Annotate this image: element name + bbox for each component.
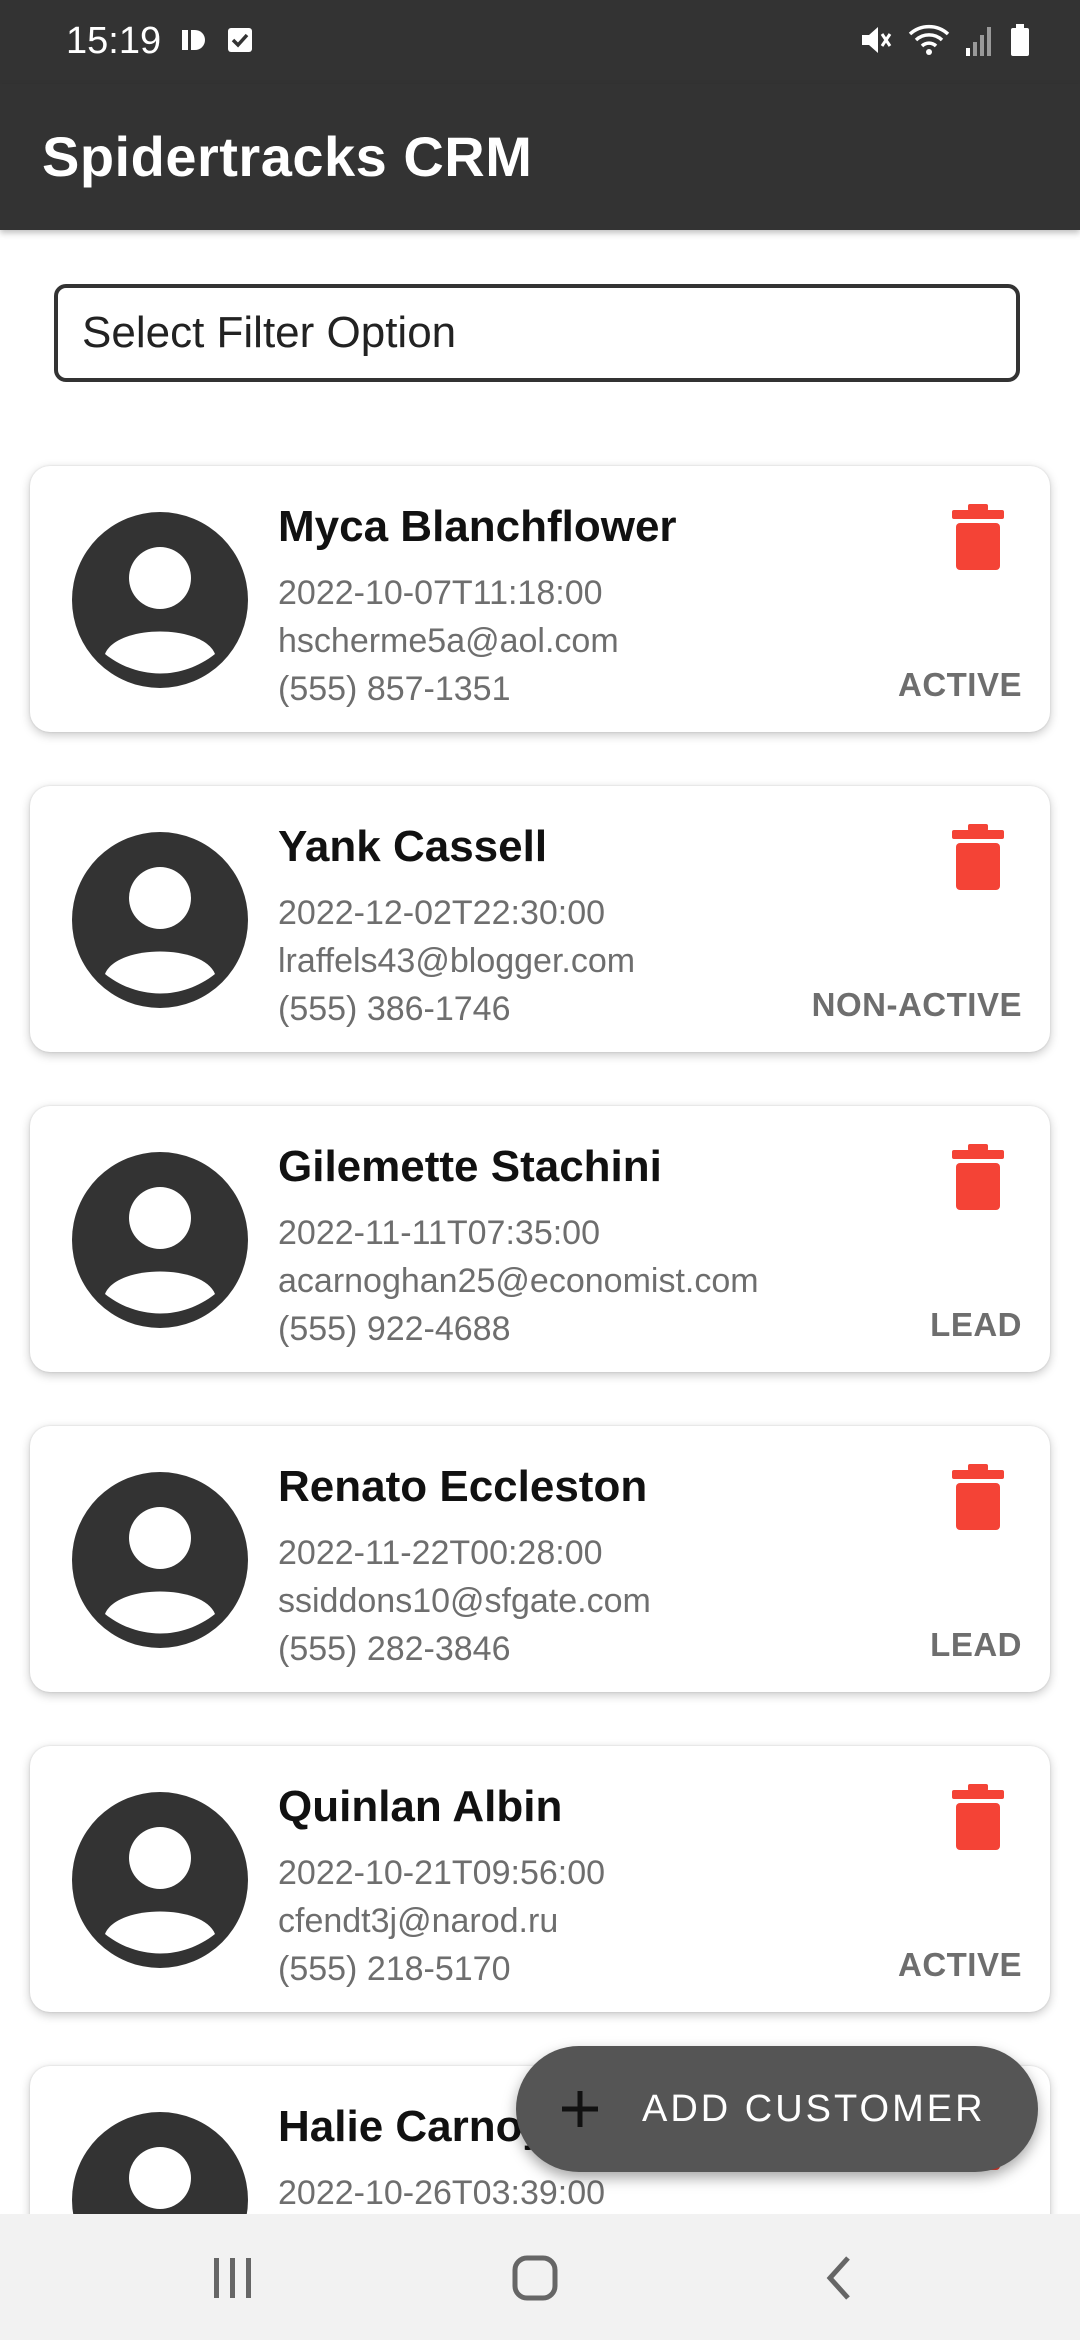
customer-phone: (555) 282-3846	[278, 1630, 511, 1668]
delete-icon[interactable]	[950, 1782, 1006, 1852]
customer-name: Gilemette Stachini	[278, 1142, 662, 1191]
customer-status: LEAD	[930, 1306, 1022, 1343]
add-customer-button[interactable]: ADD CUSTOMER	[516, 2046, 1038, 2172]
customer-phone: (555) 386-1746	[278, 990, 511, 1028]
customer-name: Myca Blanchflower	[278, 502, 677, 551]
customer-email: ssiddons10@sfgate.com	[278, 1582, 651, 1620]
home-icon[interactable]	[500, 2246, 570, 2310]
customer-card[interactable]: Gilemette Stachini 2022-11-11T07:35:00 a…	[30, 1106, 1050, 1372]
customer-status: ACTIVE	[897, 1946, 1022, 1983]
customer-email: acarnoghan25@economist.com	[278, 1262, 759, 1300]
customer-status: NON-ACTIVE	[811, 986, 1022, 1023]
navigation-bar	[0, 2214, 1080, 2340]
delete-icon[interactable]	[950, 822, 1006, 892]
customer-phone: (555) 218-5170	[278, 1950, 511, 1988]
delete-icon[interactable]	[950, 1142, 1006, 1212]
customer-email: hscherme5a@aol.com	[278, 622, 619, 660]
customer-date: 2022-10-21T09:56:00	[278, 1854, 606, 1892]
customer-card[interactable]: Quinlan Albin 2022-10-21T09:56:00 cfendt…	[30, 1746, 1050, 2012]
customer-email: lraffels43@blogger.com	[278, 942, 636, 980]
customer-card[interactable]: Yank Cassell 2022-12-02T22:30:00 lraffel…	[30, 786, 1050, 1052]
customer-phone: (555) 857-1351	[278, 670, 511, 708]
customer-status: LEAD	[930, 1626, 1022, 1663]
customer-name: Yank Cassell	[278, 822, 548, 871]
customer-date: 2022-10-26T03:39:00	[278, 2174, 606, 2212]
recent-apps-icon[interactable]	[198, 2246, 268, 2310]
customer-list: Myca Blanchflower 2022-10-07T11:18:00 hs…	[0, 0, 1080, 2340]
customer-email: cfendt3j@narod.ru	[278, 1902, 559, 1940]
customer-phone: (555) 922-4688	[278, 1310, 511, 1348]
customer-date: 2022-12-02T22:30:00	[278, 894, 606, 932]
add-customer-label: ADD CUSTOMER	[642, 2087, 986, 2130]
customer-card[interactable]: Myca Blanchflower 2022-10-07T11:18:00 hs…	[30, 466, 1050, 732]
avatar-icon	[72, 1152, 248, 1328]
customer-date: 2022-11-22T00:28:00	[278, 1534, 603, 1572]
customer-name: Halie Carnoy	[278, 2102, 547, 2151]
customer-date: 2022-11-11T07:35:00	[278, 1214, 600, 1252]
delete-icon[interactable]	[950, 1462, 1006, 1532]
avatar-icon	[72, 1792, 248, 1968]
plus-icon	[562, 2091, 598, 2127]
customer-status: ACTIVE	[897, 666, 1022, 703]
customer-name: Renato Eccleston	[278, 1462, 648, 1511]
delete-icon[interactable]	[950, 502, 1006, 572]
avatar-icon	[72, 832, 248, 1008]
avatar-icon	[72, 512, 248, 688]
back-icon[interactable]	[804, 2246, 874, 2310]
customer-name: Quinlan Albin	[278, 1782, 563, 1831]
avatar-icon	[72, 1472, 248, 1648]
customer-date: 2022-10-07T11:18:00	[278, 574, 603, 612]
customer-card[interactable]: Renato Eccleston 2022-11-22T00:28:00 ssi…	[30, 1426, 1050, 1692]
